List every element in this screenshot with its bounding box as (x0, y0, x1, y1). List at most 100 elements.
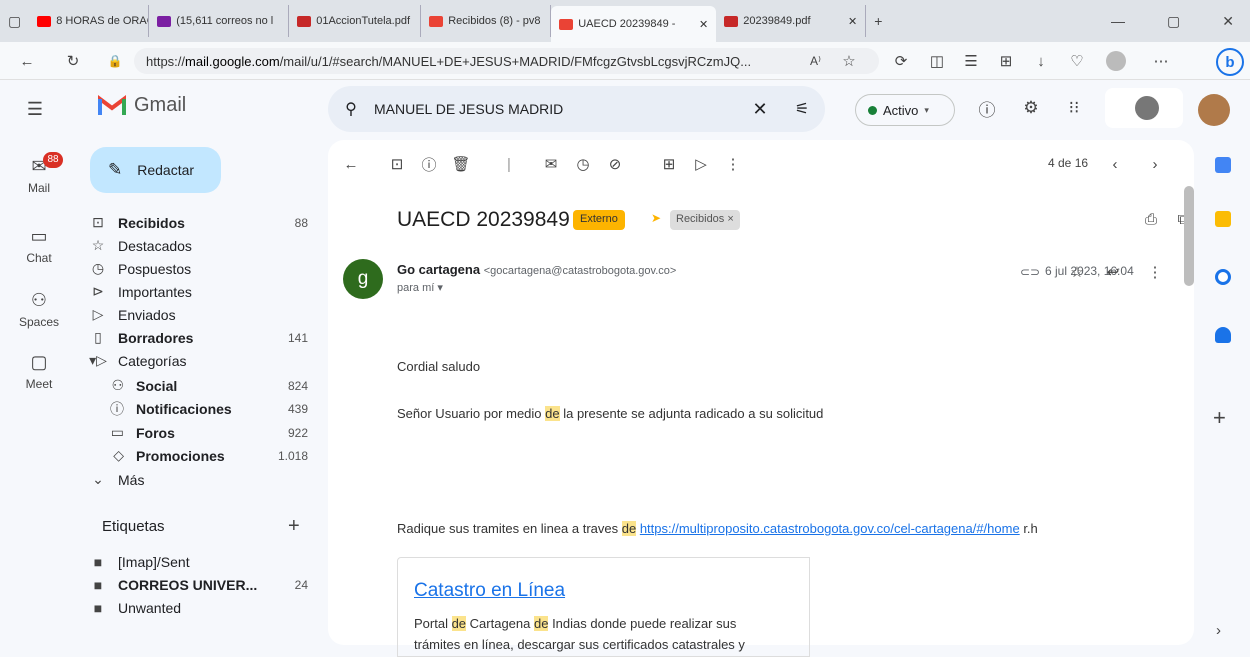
search-icon[interactable]: ⚲ (328, 99, 374, 119)
search-options-icon[interactable]: ⚟ (779, 99, 825, 119)
url-field[interactable]: https://mail.google.com/mail/u/1/#search… (134, 48, 879, 74)
extensions-icon[interactable]: ⟳ (890, 50, 912, 72)
clear-search-icon[interactable]: ✕ (741, 99, 779, 120)
nav-item-social[interactable]: ⚇ Social 824 (78, 374, 318, 397)
newer-icon[interactable]: ‹ (1104, 152, 1126, 176)
copilot-icon[interactable]: b (1216, 48, 1244, 76)
body-link[interactable]: https://multiproposito.catastrobogota.go… (640, 521, 1020, 536)
rail-spaces[interactable]: ⚇ Spaces (0, 290, 78, 329)
label-item[interactable]: ■ Unwanted (78, 596, 318, 619)
contacts-icon[interactable] (1215, 327, 1231, 343)
gmail-logo[interactable]: Gmail (98, 94, 186, 117)
split-screen-icon[interactable]: ◫ (926, 50, 948, 72)
rail-mail[interactable]: ✉ Mail (0, 156, 78, 195)
downloads-icon[interactable]: ↓ (1030, 50, 1052, 72)
recipient-toggle[interactable]: para mí ▾ (397, 281, 443, 294)
minimize-icon[interactable]: — (1103, 13, 1133, 29)
delete-icon[interactable]: 🗑 (450, 152, 472, 176)
attachment-icon: ⊂⊃ (1020, 265, 1041, 279)
reply-icon[interactable]: ↩ (1102, 262, 1124, 282)
browser-essentials-icon[interactable]: ♡ (1066, 50, 1088, 72)
browser-tab[interactable]: 8 HORAS de ORACL (29, 5, 150, 37)
status-dropdown[interactable]: Activo ▾ (855, 94, 955, 126)
search-bar[interactable]: ⚲ MANUEL DE JESUS MADRID ✕ ⚟ (328, 86, 825, 132)
nav-item-sent[interactable]: ▷ Enviados (78, 303, 318, 326)
collections-icon[interactable]: ⊞ (995, 50, 1017, 72)
card-title[interactable]: Catastro en Línea (414, 580, 793, 602)
close-window-icon[interactable]: ✕ (1214, 13, 1242, 30)
close-tab-icon[interactable]: ✕ (699, 18, 708, 31)
nav-item-snoozed[interactable]: ◷ Pospuestos (78, 257, 318, 280)
move-to-icon[interactable]: ⊞ (658, 152, 680, 176)
label-item[interactable]: ■ [Imap]/Sent (78, 550, 318, 573)
link-preview-card[interactable]: Catastro en Línea Portal de Cartagena de… (397, 557, 810, 657)
compose-button[interactable]: ✎ Redactar (90, 147, 221, 193)
favorites-icon[interactable]: ☰ (960, 50, 982, 72)
rail-chat[interactable]: ▭ Chat (0, 226, 78, 265)
nav-item-forums[interactable]: ▭ Foros 922 (78, 421, 318, 444)
keep-icon[interactable] (1215, 211, 1231, 227)
profile-icon[interactable] (1106, 51, 1126, 71)
rail-meet[interactable]: ▢ Meet (0, 352, 78, 391)
older-icon[interactable]: › (1144, 152, 1166, 176)
org-logo[interactable] (1105, 88, 1183, 128)
account-avatar[interactable] (1198, 94, 1230, 126)
add-label-icon[interactable]: + (288, 515, 300, 538)
sender-line: Go cartagena <gocartagena@catastrobogota… (397, 262, 676, 277)
help-icon[interactable]: ⓘ (975, 96, 999, 120)
browser-tab[interactable]: 01AccionTutela.pdf (289, 5, 422, 37)
nav-item-updates[interactable]: ⓘ Notificaciones 439 (78, 397, 318, 420)
label-icon: ■ (93, 599, 103, 616)
nav-item-promotions[interactable]: ◇ Promociones 1.018 (78, 444, 318, 467)
calendar-icon[interactable] (1215, 157, 1231, 173)
mark-unread-icon[interactable]: ✉ (540, 152, 562, 176)
read-aloud-icon[interactable]: A⁾ (810, 54, 821, 68)
tab-actions-icon[interactable]: ▢ (0, 13, 29, 30)
nav-item-drafts[interactable]: ▯ Borradores 141 (78, 326, 318, 349)
scrollbar-thumb[interactable] (1184, 186, 1194, 286)
snooze-icon[interactable]: ◷ (572, 152, 594, 176)
sender-avatar[interactable]: g (343, 259, 383, 299)
youtube-icon (37, 15, 52, 27)
browser-tab[interactable]: 20239849.pdf ✕ (716, 5, 867, 37)
nav-item-inbox[interactable]: ⊡ Recibidos 88 (78, 211, 318, 234)
message-more-icon[interactable]: ⋮ (1144, 262, 1166, 282)
sender-name[interactable]: Go cartagena (397, 262, 480, 277)
restore-icon[interactable]: ▢ (1159, 13, 1188, 30)
body-greeting: Cordial saludo (397, 359, 481, 374)
draft-icon: ▯ (94, 329, 102, 345)
search-input[interactable]: MANUEL DE JESUS MADRID (374, 101, 741, 117)
nav-item-starred[interactable]: ☆ Destacados (78, 234, 318, 257)
important-marker-icon[interactable]: ➤ (651, 211, 661, 225)
label-item[interactable]: ■ CORREOS UNIVER... 24 (78, 573, 318, 596)
more-icon[interactable]: ⋯ (1150, 50, 1172, 72)
label-as-icon[interactable]: ▷ (690, 152, 712, 176)
more-options-icon[interactable]: ⋮ (722, 152, 744, 176)
settings-gear-icon[interactable]: ⚙ (1019, 96, 1043, 120)
star-message-icon[interactable]: ☆ (1066, 262, 1088, 282)
remove-label-icon[interactable]: × (727, 213, 733, 225)
lock-icon[interactable]: 🔒 (104, 50, 126, 72)
archive-icon[interactable]: ⊡ (386, 152, 408, 176)
new-tab-icon[interactable]: + (866, 13, 890, 29)
label-chip[interactable]: Recibidos × (670, 210, 740, 230)
apps-grid-icon[interactable]: ⁝⁝ (1062, 96, 1086, 120)
browser-tab-active[interactable]: UAECD 20239849 - ✕ (551, 6, 717, 42)
add-addon-icon[interactable]: + (1213, 405, 1226, 431)
info-icon: ⓘ (110, 400, 124, 417)
browser-tab[interactable]: Recibidos (8) - pv8 (421, 5, 552, 37)
nav-item-important[interactable]: ⊳ Importantes (78, 280, 318, 303)
reload-icon[interactable]: ↻ (62, 50, 84, 72)
report-spam-icon[interactable]: ⓘ (418, 152, 440, 176)
close-tab-icon[interactable]: ✕ (848, 15, 857, 28)
back-icon[interactable]: ← (16, 50, 38, 72)
nav-item-categories[interactable]: ▾▷ Categorías (78, 349, 318, 372)
nav-item-more[interactable]: ⌄ Más (78, 468, 318, 491)
print-icon[interactable]: ⎙ (1140, 208, 1162, 230)
browser-tab[interactable]: (15,611 correos no l (149, 5, 290, 37)
expand-panel-icon[interactable]: › (1216, 622, 1221, 639)
add-task-icon[interactable]: ⊘ (604, 152, 626, 176)
tasks-icon[interactable] (1215, 269, 1231, 285)
back-to-list-icon[interactable]: ← (340, 152, 362, 176)
favorite-star-icon[interactable]: ☆ (838, 50, 860, 72)
